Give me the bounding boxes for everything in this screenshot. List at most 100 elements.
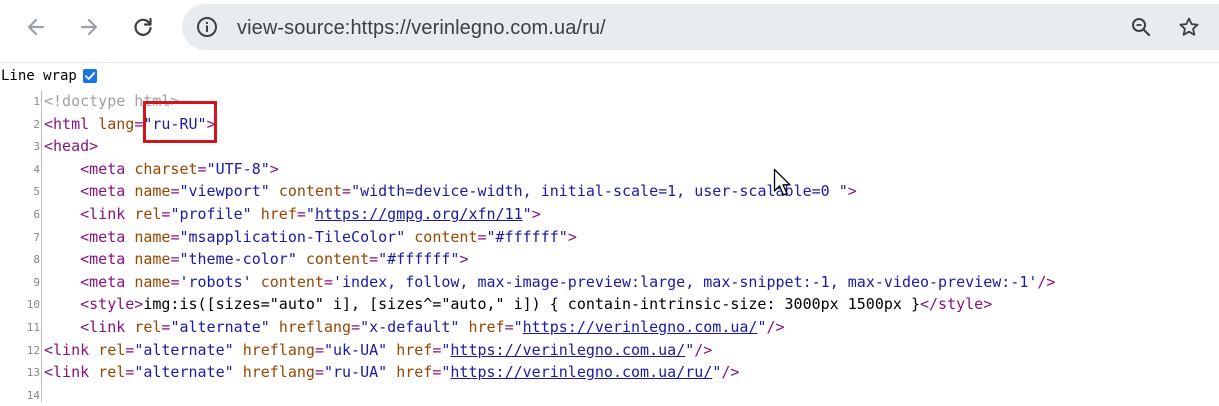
attribute-value: " <box>712 363 722 382</box>
attribute-value: " <box>305 205 315 223</box>
attribute-name: hreflang <box>278 318 352 336</box>
line-code: <link rel="profile" href="https://gmpg.o… <box>44 205 541 223</box>
mouse-cursor-icon <box>773 168 791 196</box>
address-bar[interactable]: view-source:https://verinlegno.com.ua/ru… <box>182 4 1219 50</box>
forward-button[interactable] <box>72 10 106 44</box>
source-link[interactable]: https://verinlegno.com.ua/ru/ <box>450 363 712 381</box>
tag-token: <link <box>44 363 99 382</box>
source-link[interactable]: https://verinlegno.com.ua/ <box>450 341 685 359</box>
site-info-button[interactable] <box>190 10 224 44</box>
line-number: 13 <box>26 366 40 380</box>
attribute-name: hreflang <box>242 363 315 382</box>
text-content: img:is([sizes="auto" i], [sizes^="auto,"… <box>143 295 920 314</box>
tag-token <box>387 341 396 359</box>
attribute-value: "uk-UA" <box>323 340 388 359</box>
line-number: 12 <box>26 343 40 357</box>
attribute-name: rel <box>134 205 162 223</box>
source-line: 14 <box>0 384 1219 406</box>
tag-token: > <box>531 205 541 223</box>
tag-token <box>252 273 261 291</box>
attribute-value: "alternate" <box>170 318 270 336</box>
line-wrap-control: Line wrap <box>1 66 97 86</box>
back-arrow-icon <box>27 18 45 36</box>
line-wrap-label: Line wrap <box>1 68 77 84</box>
attribute-value: "alternate" <box>134 340 234 359</box>
source-line: 5 <meta name="viewport" content="width=d… <box>0 180 1219 202</box>
line-number: 8 <box>33 253 40 267</box>
line-wrap-checkbox[interactable] <box>82 69 97 83</box>
reload-icon <box>134 17 152 36</box>
tag-token: = <box>134 114 144 133</box>
line-code: <link rel="alternate" hreflang="uk-UA" h… <box>44 341 712 359</box>
source-link[interactable]: https://verinlegno.com.ua/ <box>523 318 758 336</box>
line-number: 5 <box>33 185 40 199</box>
tag-token: <meta <box>80 250 135 269</box>
attribute-value: "#ffffff" <box>378 250 460 269</box>
line-number: 3 <box>33 140 40 154</box>
tag-token: = <box>323 272 333 291</box>
tag-token: = <box>125 340 135 359</box>
tag-token: </style> <box>920 295 993 314</box>
source-link[interactable]: https://gmpg.org/xfn/11 <box>315 205 523 223</box>
tag-token: = <box>197 159 207 178</box>
attribute-name: content <box>305 250 370 269</box>
tag-token: <html <box>44 114 99 133</box>
source-line: 7 <meta name = "msapplication-TileColor" c… <box>0 226 1219 248</box>
tag-token <box>297 250 306 268</box>
source-line: 6 <link rel="profile" href="https://gmpg… <box>0 203 1219 225</box>
source-line: 11 <link rel="alternate" hreflang="x-def… <box>0 316 1219 338</box>
zoom-button[interactable] <box>1124 10 1158 44</box>
tag-token <box>387 363 396 381</box>
line-code: <style>img:is([sizes="auto" i], [sizes^=… <box>44 295 992 313</box>
line-number: 11 <box>26 321 40 334</box>
attribute-value: "#ffffff" <box>486 227 568 246</box>
tag-token: <meta <box>80 182 135 201</box>
tag-token: <meta <box>80 227 135 246</box>
bookmark-button[interactable] <box>1172 10 1206 44</box>
attribute-name: name <box>134 272 171 291</box>
tag-token <box>234 363 243 381</box>
attribute-value: 'robots' <box>179 272 252 291</box>
attribute-name: rel <box>98 340 126 359</box>
url-text[interactable]: view-source:https://verinlegno.com.ua/ru… <box>237 17 606 40</box>
attribute-name: name <box>134 250 171 269</box>
zoom-icon <box>1132 18 1151 37</box>
back-button[interactable] <box>19 10 53 44</box>
line-code: <meta name='robots' content='index, foll… <box>44 273 1055 291</box>
tag-token <box>234 341 243 359</box>
tag-token: <link <box>44 340 99 359</box>
tag-token: = <box>369 250 379 269</box>
tag-token: /> <box>766 318 785 336</box>
reload-button[interactable] <box>126 10 160 44</box>
attribute-value: " <box>757 318 767 336</box>
tag-token: <style> <box>80 295 144 314</box>
tag-token: = <box>296 205 306 223</box>
attribute-value: "profile" <box>170 205 252 223</box>
tag-token: <link <box>80 318 135 336</box>
line-number: 6 <box>33 208 40 221</box>
tag-token <box>270 318 279 336</box>
attribute-value: " <box>513 318 523 336</box>
attribute-value: " <box>522 205 532 223</box>
attribute-name: content <box>414 227 478 246</box>
tag-token: <head> <box>44 137 99 156</box>
source-line: 9 <meta name='robots' content='index, fo… <box>0 271 1219 293</box>
tag-token: <link <box>80 205 135 223</box>
attribute-name: href <box>396 363 433 382</box>
source-line: 12 <link rel="alternate" hreflang="uk-UA"… <box>0 339 1219 361</box>
tag-token <box>405 228 414 246</box>
line-number: 14 <box>26 388 40 402</box>
bookmark-star-icon <box>1179 17 1199 36</box>
attribute-name: content <box>260 272 324 291</box>
tag-token: > <box>269 159 279 178</box>
toolbar-divider <box>0 62 1219 63</box>
attribute-value: "msapplication-TileColor" <box>179 227 406 246</box>
highlight-box <box>143 101 217 143</box>
tag-token: = <box>504 318 514 336</box>
line-code: <meta name = "msapplication-TileColor" con… <box>44 228 577 246</box>
